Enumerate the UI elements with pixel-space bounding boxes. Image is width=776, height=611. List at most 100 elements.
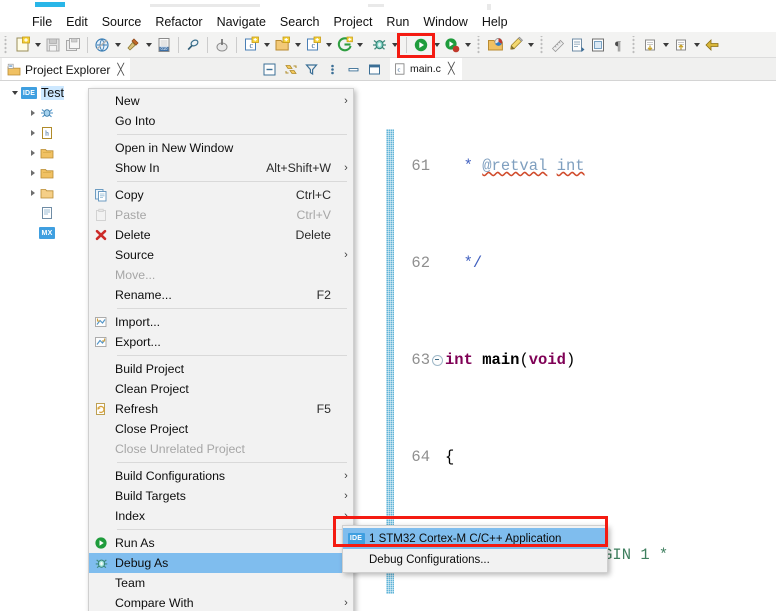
context-menu-item-build-configurations[interactable]: Build Configurations › (89, 466, 353, 486)
run-external-icon[interactable] (442, 35, 462, 55)
pencil-icon[interactable] (505, 35, 525, 55)
new-cpp-project-icon[interactable] (272, 35, 292, 55)
context-menu-item-source[interactable]: Source › (89, 245, 353, 265)
previous-edit-icon[interactable] (640, 35, 660, 55)
code-line[interactable]: 63 int main(void) (394, 348, 776, 372)
menu-refactor[interactable]: Refactor (148, 14, 209, 30)
toggle-icon[interactable] (212, 35, 232, 55)
context-menu-item-delete[interactable]: Delete Delete (89, 225, 353, 245)
menu-help[interactable]: Help (475, 14, 515, 30)
debug-as-submenu[interactable]: IDE 1 STM32 Cortex-M C/C++ Application D… (342, 525, 608, 573)
menu-project[interactable]: Project (327, 14, 380, 30)
pilcrow-icon[interactable]: ¶ (608, 35, 628, 55)
tab-main-c[interactable]: c main.c ╳ (390, 58, 462, 80)
menu-search[interactable]: Search (273, 14, 327, 30)
previous-edit-dropdown-arrow[interactable] (660, 35, 671, 55)
build-all-dropdown-arrow[interactable] (112, 35, 123, 55)
toolbar-grip-3[interactable] (539, 35, 546, 54)
fold-gutter[interactable] (432, 354, 443, 366)
close-icon[interactable]: ╳ (117, 64, 124, 76)
new-cpp-project-dropdown-arrow[interactable] (292, 35, 303, 55)
project-context-menu[interactable]: New › Go Into Open in New Window Show In… (88, 88, 354, 611)
context-menu-item-import[interactable]: Import... (89, 312, 353, 332)
toolbar-grip-4[interactable] (631, 35, 638, 54)
menu-run[interactable]: Run (379, 14, 416, 30)
menu-source[interactable]: Source (95, 14, 149, 30)
menu-navigate[interactable]: Navigate (210, 14, 273, 30)
back-icon[interactable] (702, 35, 722, 55)
ruler-icon[interactable] (548, 35, 568, 55)
link-with-editor-icon[interactable] (283, 62, 298, 77)
toolbar-grip-1[interactable] (3, 35, 10, 54)
chevron-right-icon[interactable] (26, 163, 39, 183)
chevron-right-icon[interactable] (26, 183, 39, 203)
context-menu-item-rename[interactable]: Rename... F2 (89, 285, 353, 305)
context-menu-item-clean-project[interactable]: Clean Project (89, 379, 353, 399)
context-menu-item-go-into[interactable]: Go Into (89, 111, 353, 131)
view-menu-icon[interactable] (325, 62, 340, 77)
run-icon[interactable] (411, 35, 431, 55)
context-menu-item-debug-as[interactable]: Debug As › (89, 553, 353, 573)
code-line[interactable]: 61 * @retval int (394, 154, 776, 178)
debug-bug-icon[interactable] (369, 35, 389, 55)
next-annotation-icon[interactable] (568, 35, 588, 55)
menu-edit[interactable]: Edit (59, 14, 95, 30)
pencil-dropdown-arrow[interactable] (525, 35, 536, 55)
menu-window[interactable]: Window (416, 14, 474, 30)
chevron-down-icon[interactable] (8, 83, 21, 103)
tab-project-explorer[interactable]: Project Explorer ╳ (2, 58, 130, 80)
save-icon[interactable] (43, 35, 63, 55)
close-icon[interactable]: ╳ (448, 63, 455, 75)
minimize-icon[interactable] (346, 62, 361, 77)
context-menu-item-build-project[interactable]: Build Project (89, 359, 353, 379)
menu-file[interactable]: File (28, 14, 59, 30)
submenu-item-stm32-cortexm-application[interactable]: IDE 1 STM32 Cortex-M C/C++ Application (343, 528, 607, 549)
cubemx-icon[interactable] (334, 35, 354, 55)
toolbar-grip-2[interactable] (476, 35, 483, 54)
new-c-project-icon[interactable]: c (241, 35, 261, 55)
code-text: */ (445, 254, 483, 273)
run-dropdown-arrow[interactable] (431, 35, 442, 55)
new-file-icon[interactable] (12, 35, 32, 55)
build-hammer-dropdown-arrow[interactable] (143, 35, 154, 55)
filter-icon[interactable] (304, 62, 319, 77)
new-c-file-dropdown-arrow[interactable] (323, 35, 334, 55)
context-menu-item-open-in-new-window[interactable]: Open in New Window (89, 138, 353, 158)
cubemx-dropdown-arrow[interactable] (354, 35, 365, 55)
next-edit-dropdown-arrow[interactable] (691, 35, 702, 55)
chevron-right-icon[interactable] (26, 103, 39, 123)
new-c-project-dropdown-arrow[interactable] (261, 35, 272, 55)
run-external-dropdown-arrow[interactable] (462, 35, 473, 55)
submenu-arrow-icon: › (344, 597, 348, 609)
context-menu-item-export[interactable]: Export... (89, 332, 353, 352)
context-menu-item-team[interactable]: Team (89, 573, 353, 593)
context-menu-item-run-as[interactable]: Run As › (89, 533, 353, 553)
binary-010-icon[interactable]: 010 (154, 35, 174, 55)
collapse-all-icon[interactable] (262, 62, 277, 77)
context-menu-item-show-in[interactable]: Show In Alt+Shift+W › (89, 158, 353, 178)
maximize-icon[interactable] (367, 62, 382, 77)
block-selection-icon[interactable] (588, 35, 608, 55)
context-menu-item-refresh[interactable]: Refresh F5 (89, 399, 353, 419)
chevron-right-icon[interactable] (26, 123, 39, 143)
next-edit-icon[interactable] (671, 35, 691, 55)
context-menu-item-copy[interactable]: Copy Ctrl+C (89, 185, 353, 205)
open-perspective-icon[interactable] (485, 35, 505, 55)
code-line[interactable]: 64 { (394, 445, 776, 469)
context-menu-item-close-project[interactable]: Close Project (89, 419, 353, 439)
context-menu-item-new[interactable]: New › (89, 91, 353, 111)
build-all-icon[interactable] (92, 35, 112, 55)
context-menu-item-build-targets[interactable]: Build Targets › (89, 486, 353, 506)
context-menu-item-compare-with[interactable]: Compare With › (89, 593, 353, 611)
menu-item-icon-placeholder (89, 245, 113, 265)
search-icon[interactable] (183, 35, 203, 55)
new-c-file-icon[interactable]: c (303, 35, 323, 55)
save-all-icon[interactable] (63, 35, 83, 55)
context-menu-item-index[interactable]: Index › (89, 506, 353, 526)
chevron-right-icon[interactable] (26, 143, 39, 163)
code-line[interactable]: 62 */ (394, 251, 776, 275)
build-hammer-icon[interactable] (123, 35, 143, 55)
debug-dropdown-arrow[interactable] (389, 35, 400, 55)
submenu-item-debug-configurations[interactable]: Debug Configurations... (343, 549, 607, 570)
new-file-dropdown-arrow[interactable] (32, 35, 43, 55)
